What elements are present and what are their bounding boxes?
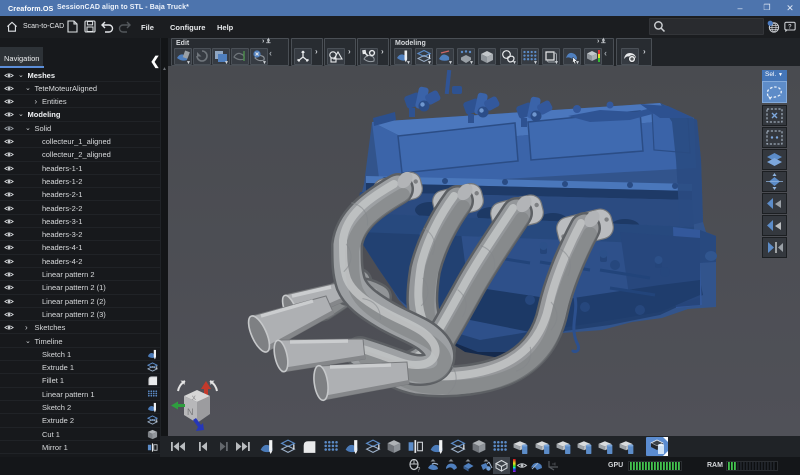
svg-text:x: x (192, 393, 196, 402)
svg-text:?: ? (417, 468, 421, 473)
svg-text:N: N (187, 407, 194, 417)
svg-text:?: ? (788, 24, 792, 30)
